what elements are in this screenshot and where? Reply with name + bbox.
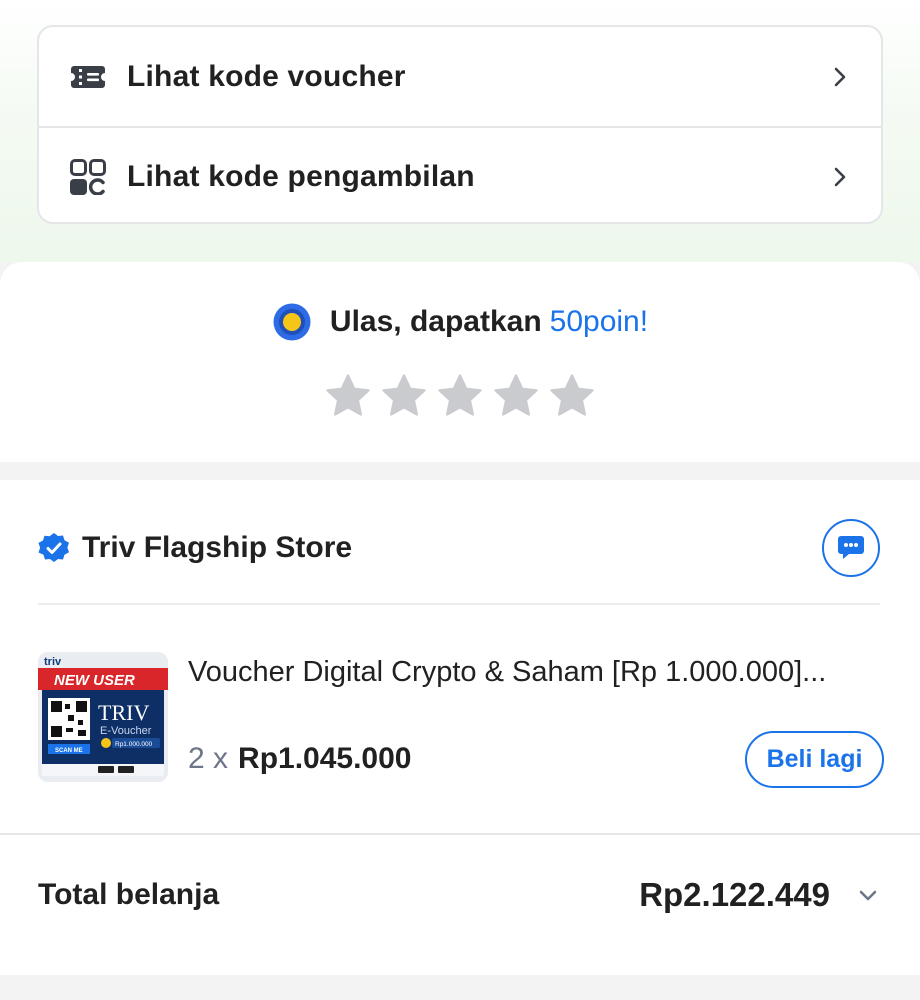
star-4-icon[interactable]: [492, 372, 540, 420]
pickup-code-label: Lihat kode pengambilan: [127, 159, 475, 193]
chevron-down-icon[interactable]: [856, 883, 880, 907]
voucher-code-label: Lihat kode voucher: [127, 59, 406, 93]
review-card: Ulas, dapatkan 50poin!: [0, 262, 920, 462]
chat-button[interactable]: [822, 519, 880, 577]
buy-again-button[interactable]: Beli lagi: [745, 731, 884, 788]
product-title[interactable]: Voucher Digital Crypto & Saham [Rp 1.000…: [188, 656, 888, 689]
code-card: Lihat kode voucher Lihat kode pengambila…: [37, 25, 883, 224]
total-row[interactable]: Total belanja Rp2.122.449: [38, 870, 880, 920]
thumb-brand: triv: [44, 656, 62, 668]
star-5-icon[interactable]: [548, 372, 596, 420]
thumb-amount: Rp1.000.000: [115, 741, 153, 748]
total-value: Rp2.122.449: [639, 876, 830, 913]
review-suffix: !: [639, 305, 649, 338]
coin-icon: [272, 302, 312, 342]
top-area: Lihat kode voucher Lihat kode pengambila…: [0, 0, 920, 262]
star-1-icon[interactable]: [324, 372, 372, 420]
chat-icon: [838, 536, 864, 559]
store-header: Triv Flagship Store: [38, 518, 880, 578]
product-price: Rp1.045.000: [238, 742, 412, 775]
star-rating: [0, 372, 920, 420]
price-line: 2 x Rp1.045.000: [188, 742, 411, 776]
view-voucher-code-row[interactable]: Lihat kode voucher: [39, 27, 881, 126]
total-label: Total belanja: [38, 878, 220, 911]
verified-badge-icon: [38, 532, 70, 564]
chevron-right-icon: [829, 66, 851, 88]
review-prompt-text: Ulas, dapatkan: [329, 305, 542, 338]
chevron-right-icon: [829, 166, 851, 188]
review-prompt: Ulas, dapatkan 50poin!: [0, 302, 920, 342]
thumb-title: TRIV: [98, 700, 149, 725]
review-points: 50poin: [549, 305, 640, 338]
store-name[interactable]: Triv Flagship Store: [82, 531, 822, 565]
divider: [0, 833, 920, 835]
qr-code-icon: [69, 158, 107, 196]
thumb-badge: NEW USER: [54, 672, 135, 689]
view-pickup-code-row[interactable]: Lihat kode pengambilan: [39, 126, 881, 222]
thumb-subtitle: E-Voucher: [100, 725, 152, 737]
divider: [38, 603, 880, 605]
star-2-icon[interactable]: [380, 372, 428, 420]
product-quantity: 2 x: [188, 742, 229, 775]
order-card: Triv Flagship Store triv NEW USER SCAN M…: [0, 480, 920, 975]
thumb-scan: SCAN ME: [55, 748, 83, 754]
product-thumbnail[interactable]: triv NEW USER SCAN ME TRIV E-Voucher Rp1…: [38, 652, 168, 782]
ticket-icon: [69, 58, 107, 96]
star-3-icon[interactable]: [436, 372, 484, 420]
